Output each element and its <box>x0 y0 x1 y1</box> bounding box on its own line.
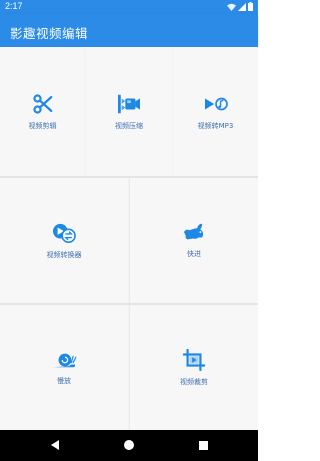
tool-label: 视频压缩 <box>115 121 143 130</box>
tool-video-crop[interactable]: 视频裁剪 <box>130 305 258 430</box>
status-icons <box>227 2 253 11</box>
signal-icon <box>238 2 246 11</box>
tool-grid: 视频剪辑 视频压缩 视频转MP3 视频转换器 快进 慢放 视频裁剪 <box>0 47 258 430</box>
snail-icon <box>53 353 77 367</box>
scissors-icon <box>32 93 52 114</box>
crop-video-icon <box>182 348 206 371</box>
tool-fast-forward[interactable]: 快进 <box>130 178 258 303</box>
recents-button[interactable] <box>195 437 211 453</box>
wifi-icon <box>227 3 236 11</box>
video-to-mp3-icon <box>204 97 228 110</box>
tool-label: 快进 <box>187 249 201 258</box>
tool-label: 视频裁剪 <box>180 377 208 386</box>
tool-slow-motion[interactable]: 慢放 <box>0 305 128 430</box>
tool-label: 视频转换器 <box>46 250 82 259</box>
tool-video-to-mp3[interactable]: 视频转MP3 <box>173 47 258 176</box>
rabbit-icon <box>184 223 204 239</box>
navigation-bar <box>0 430 258 461</box>
tool-label: 慢放 <box>57 376 71 385</box>
status-time: 2:17 <box>5 1 23 11</box>
column-divider <box>129 178 130 303</box>
column-divider <box>129 305 130 430</box>
app-bar: 影趣视频编辑 <box>0 14 258 47</box>
app-title: 影趣视频编辑 <box>10 26 89 41</box>
recents-icon <box>198 440 208 450</box>
battery-icon <box>248 2 253 11</box>
tool-label: 视频剪辑 <box>28 121 57 130</box>
back-button[interactable] <box>47 437 63 453</box>
compress-icon <box>118 94 140 113</box>
tool-video-converter[interactable]: 视频转换器 <box>0 178 128 303</box>
tool-video-cut[interactable]: 视频剪辑 <box>0 47 85 176</box>
status-bar: 2:17 <box>0 0 258 14</box>
home-icon <box>124 440 134 450</box>
home-button[interactable] <box>121 437 137 453</box>
convert-icon <box>53 223 76 243</box>
tool-video-compress[interactable]: 视频压缩 <box>86 47 172 176</box>
tool-label: 视频转MP3 <box>197 121 234 130</box>
back-icon <box>50 440 59 450</box>
